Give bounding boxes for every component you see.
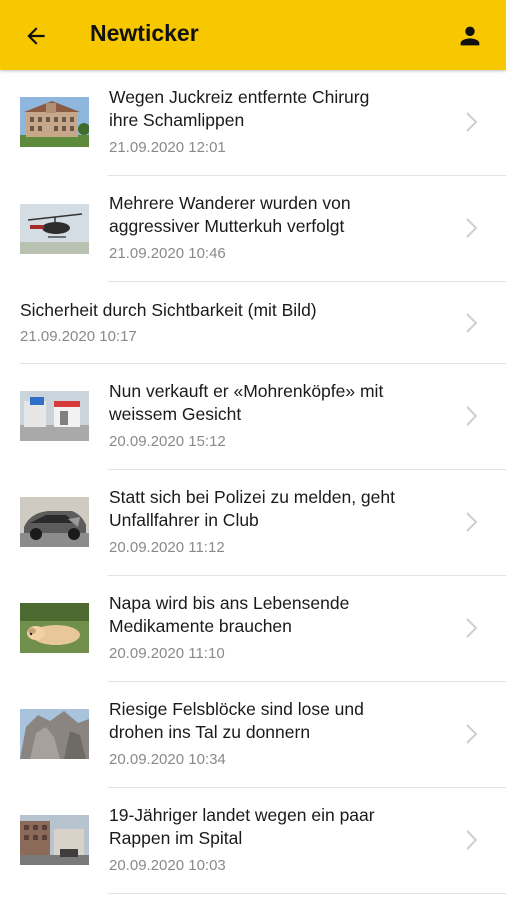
news-item[interactable]: Wegen Juckreiz entfernte Chirurg ihre Sc… [0,70,506,176]
news-title: Sicherheit durch Sichtbarkeit (mit Bild) [20,300,317,320]
news-date: 20.09.2020 11:12 [109,539,225,556]
page-title: Newticker [90,20,199,46]
news-item[interactable]: 19-Jähriger landet wegen ein paar Rappen… [0,788,506,894]
news-item[interactable]: Sicherheit durch Sichtbarkeit (mit Bild)… [0,282,506,364]
news-title: Napa wird bis ans Lebensende Medikamente… [109,593,350,636]
news-date: 20.09.2020 11:10 [109,645,225,662]
chevron-right-icon [466,313,478,333]
news-thumbnail [20,709,89,759]
news-thumbnail [20,815,89,865]
divider [108,893,506,894]
chevron-right-icon [466,112,478,132]
person-icon [460,26,480,46]
news-date: 20.09.2020 15:12 [109,433,226,450]
news-thumbnail [20,391,89,441]
news-item[interactable]: Nun verkauft er «Mohrenköpfe» mit weisse… [0,364,506,470]
news-title: 19-Jähriger landet wegen ein paar Rappen… [109,805,375,848]
chevron-right-icon [466,406,478,426]
news-date: 20.09.2020 10:03 [109,857,226,874]
news-title: Nun verkauft er «Mohrenköpfe» mit weisse… [109,381,384,424]
news-date: 20.09.2020 10:34 [109,751,226,768]
news-date: 21.09.2020 10:17 [20,328,137,345]
news-list: Wegen Juckreiz entfernte Chirurg ihre Sc… [0,70,506,894]
news-date: 21.09.2020 12:01 [109,139,226,156]
news-title: Mehrere Wanderer wurden von aggressiver … [109,193,351,236]
chevron-right-icon [466,512,478,532]
news-thumbnail [20,603,89,653]
back-button[interactable] [16,16,56,56]
news-thumbnail [20,97,89,147]
news-thumbnail [20,497,89,547]
news-title: Riesige Felsblöcke sind lose und drohen … [109,699,364,742]
news-thumbnail [20,204,89,254]
news-title: Statt sich bei Polizei zu melden, geht U… [109,487,395,530]
arrow-left-icon [27,27,45,45]
chevron-right-icon [466,724,478,744]
news-item[interactable]: Statt sich bei Polizei zu melden, geht U… [0,470,506,576]
news-item[interactable]: Mehrere Wanderer wurden von aggressiver … [0,176,506,282]
app-bar: Newticker [0,0,506,70]
news-title: Wegen Juckreiz entfernte Chirurg ihre Sc… [109,87,370,130]
news-item[interactable]: Riesige Felsblöcke sind lose und drohen … [0,682,506,788]
profile-button[interactable] [450,16,490,56]
chevron-right-icon [466,218,478,238]
news-date: 21.09.2020 10:46 [109,245,226,262]
news-item[interactable]: Napa wird bis ans Lebensende Medikamente… [0,576,506,682]
chevron-right-icon [466,618,478,638]
chevron-right-icon [466,830,478,850]
